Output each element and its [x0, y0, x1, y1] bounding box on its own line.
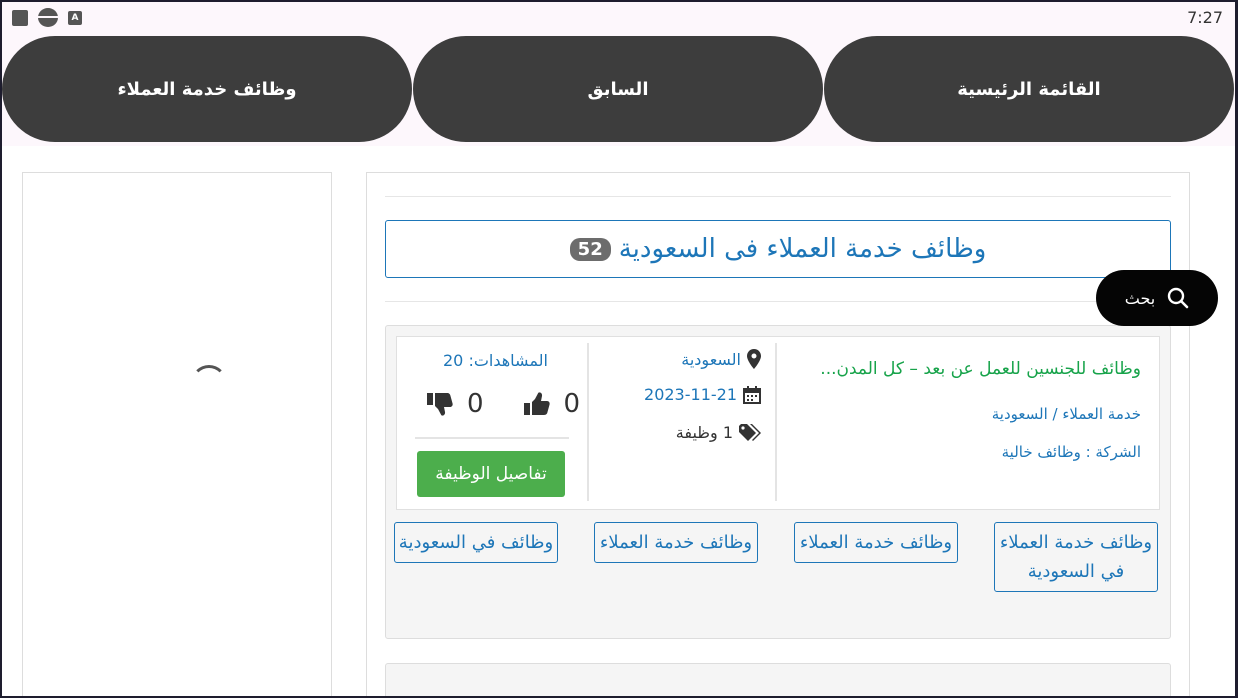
thumbs-down-icon [427, 393, 453, 416]
dislike-count: 0 [467, 389, 484, 419]
like-count: 0 [563, 389, 581, 419]
job-positions-text: 1 وظيفة [675, 423, 733, 442]
calendar-icon [743, 385, 761, 404]
side-panel [22, 172, 332, 696]
divider [415, 437, 569, 439]
job-date-text: 2023-11-21 [644, 385, 737, 404]
tag-button[interactable]: وظائف خدمة العملاء في السعودية [994, 522, 1158, 592]
job-positions: 1 وظيفة [676, 423, 761, 442]
search-label: بحث [1124, 288, 1156, 308]
job-votes: 0 0 [427, 389, 580, 419]
job-company-link[interactable]: الشركة : وظائف خالية [1002, 443, 1141, 461]
job-card [385, 663, 1171, 696]
dislike-vote[interactable]: 0 [427, 389, 484, 419]
page-title-box: وظائف خدمة العملاء فى السعودية 52 [385, 220, 1171, 278]
job-location: السعودية [681, 349, 761, 369]
loading-spinner-icon [191, 365, 227, 401]
page-content: وظائف خدمة العملاء فى السعودية 52 وظائف … [2, 146, 1235, 696]
status-time: 7:27 [1187, 8, 1223, 27]
status-bar: A 7:27 [2, 2, 1235, 32]
tags-icon [739, 423, 761, 441]
app-frame: A 7:27 القائمة الرئيسية السابق وظائف خدم… [2, 2, 1235, 696]
page-title: وظائف خدمة العملاء فى السعودية [618, 234, 987, 264]
back-nav-button[interactable]: السابق [413, 36, 823, 142]
tag-button[interactable]: وظائف خدمة العملاء [794, 522, 958, 563]
map-marker-icon [747, 349, 761, 369]
category-nav-button[interactable]: وظائف خدمة العملاء [2, 36, 412, 142]
job-views: المشاهدات: 20 [443, 351, 548, 370]
job-count-badge: 52 [569, 237, 611, 261]
app-circle-icon [38, 8, 58, 27]
tag-button[interactable]: وظائف في السعودية [394, 522, 558, 563]
tag-button[interactable]: وظائف خدمة العملاء [594, 522, 758, 563]
like-vote[interactable]: 0 [523, 389, 581, 419]
app-square-icon [12, 9, 28, 26]
job-title-link[interactable]: وظائف للجنسين للعمل عن بعد – كل المدن... [820, 359, 1141, 379]
job-card: وظائف للجنسين للعمل عن بعد – كل المدن...… [385, 325, 1171, 639]
home-nav-button[interactable]: القائمة الرئيسية [824, 36, 1234, 142]
main-panel: وظائف خدمة العملاء فى السعودية 52 وظائف … [366, 172, 1190, 696]
column-divider [775, 343, 777, 501]
search-button[interactable]: بحث [1096, 270, 1218, 326]
column-divider [587, 343, 589, 501]
job-card-body: وظائف للجنسين للعمل عن بعد – كل المدن...… [396, 336, 1160, 510]
status-icons: A [12, 8, 82, 27]
job-location-text: السعودية [681, 349, 741, 369]
top-nav: القائمة الرئيسية السابق وظائف خدمة العمل… [2, 32, 1235, 146]
thumbs-up-icon [523, 392, 550, 415]
job-details-button[interactable]: تفاصيل الوظيفة [417, 451, 565, 497]
search-icon [1168, 287, 1189, 309]
job-date: 2023-11-21 [644, 385, 761, 404]
font-a-icon: A [68, 10, 82, 25]
divider [385, 196, 1171, 197]
job-category-link[interactable]: خدمة العملاء / السعودية [992, 405, 1141, 423]
divider [385, 301, 1171, 302]
